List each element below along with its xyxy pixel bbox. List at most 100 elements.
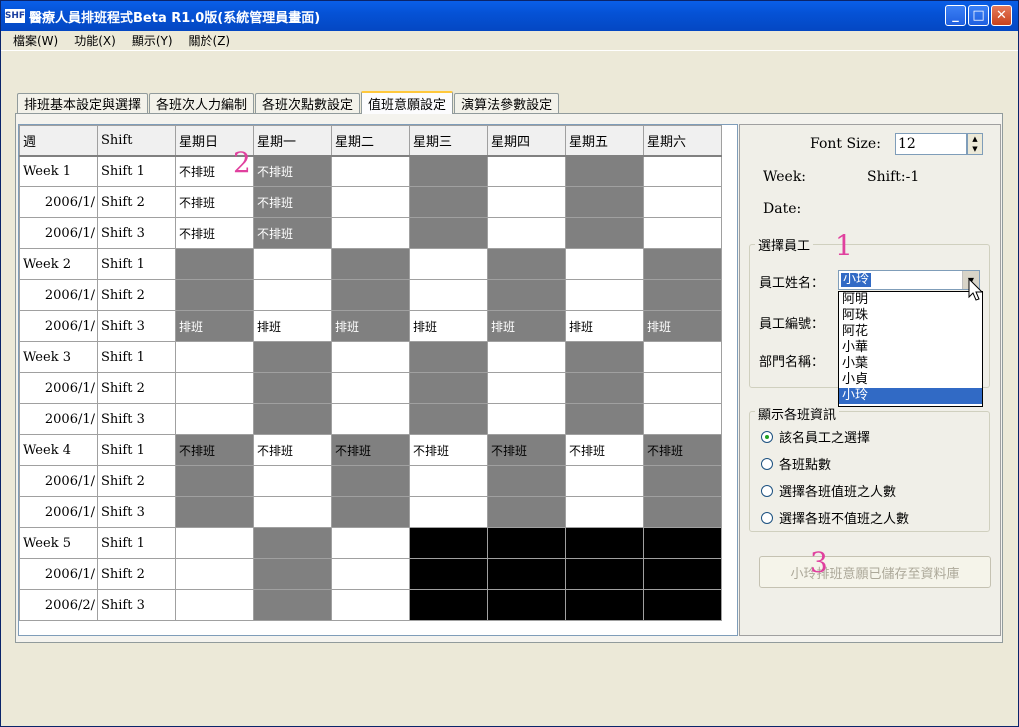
schedule-cell[interactable]	[487, 589, 566, 621]
schedule-cell[interactable]	[565, 279, 644, 311]
title-bar[interactable]: SHF 醫療人員排班程式Beta R1.0版(系統管理員畫面) _ □ ✕	[1, 1, 1018, 31]
schedule-cell[interactable]	[175, 341, 254, 373]
schedule-cell[interactable]	[487, 465, 566, 497]
schedule-cell[interactable]	[331, 496, 410, 528]
schedule-cell[interactable]: 不排班	[565, 434, 644, 466]
schedule-cell[interactable]	[643, 279, 722, 311]
schedule-cell[interactable]	[565, 341, 644, 373]
schedule-cell[interactable]	[253, 279, 332, 311]
schedule-cell[interactable]	[643, 527, 722, 559]
column-header[interactable]: 週	[19, 125, 98, 157]
font-size-spinner[interactable]: ▲ ▼	[967, 133, 983, 155]
schedule-cell[interactable]: 排班	[643, 310, 722, 342]
schedule-cell[interactable]	[175, 248, 254, 280]
schedule-cell[interactable]: 不排班	[175, 434, 254, 466]
schedule-cell[interactable]: 不排班	[253, 434, 332, 466]
schedule-cell[interactable]	[487, 558, 566, 590]
schedule-cell[interactable]	[253, 589, 332, 621]
schedule-cell[interactable]	[253, 465, 332, 497]
schedule-cell[interactable]	[565, 186, 644, 218]
dropdown-option[interactable]: 阿花	[839, 324, 982, 340]
schedule-cell[interactable]	[409, 465, 488, 497]
schedule-cell[interactable]	[331, 341, 410, 373]
schedule-cell[interactable]	[409, 248, 488, 280]
menu-view[interactable]: 顯示(Y)	[124, 32, 181, 49]
schedule-cell[interactable]	[253, 558, 332, 590]
tab-duty-preference[interactable]: 值班意願設定	[361, 91, 454, 114]
schedule-cell[interactable]	[331, 403, 410, 435]
schedule-cell[interactable]: 不排班	[487, 434, 566, 466]
schedule-cell[interactable]	[175, 372, 254, 404]
radio-off-duty-count[interactable]: 選擇各班不值班之人數	[761, 508, 909, 527]
schedule-cell[interactable]	[487, 155, 566, 187]
radio-button[interactable]	[761, 457, 773, 470]
schedule-cell[interactable]	[331, 465, 410, 497]
schedule-cell[interactable]	[175, 558, 254, 590]
schedule-cell[interactable]	[409, 527, 488, 559]
spin-up-icon[interactable]: ▲	[968, 134, 982, 144]
schedule-cell[interactable]	[643, 341, 722, 373]
radio-button[interactable]	[761, 430, 773, 443]
schedule-cell[interactable]	[487, 496, 566, 528]
schedule-cell[interactable]: 不排班	[253, 217, 332, 249]
radio-on-duty-count[interactable]: 選擇各班值班之人數	[761, 481, 896, 500]
schedule-cell[interactable]	[409, 341, 488, 373]
schedule-cell[interactable]	[253, 527, 332, 559]
schedule-cell[interactable]: 排班	[331, 310, 410, 342]
dropdown-option[interactable]: 阿明	[839, 292, 982, 308]
schedule-cell[interactable]	[643, 186, 722, 218]
schedule-cell[interactable]	[175, 465, 254, 497]
dropdown-option[interactable]: 小玲	[839, 388, 982, 404]
column-header[interactable]: 星期二	[331, 125, 410, 157]
schedule-cell[interactable]: 不排班	[253, 155, 332, 187]
schedule-cell[interactable]	[643, 403, 722, 435]
schedule-cell[interactable]	[331, 527, 410, 559]
schedule-cell[interactable]	[253, 496, 332, 528]
schedule-cell[interactable]	[175, 403, 254, 435]
tab-shift-points[interactable]: 各班次點數設定	[255, 93, 361, 113]
save-preference-button[interactable]: 小玲排班意願已儲存至資料庫	[759, 556, 991, 588]
employee-name-combobox[interactable]: 小玲 ▼	[838, 270, 980, 290]
schedule-cell[interactable]	[331, 217, 410, 249]
schedule-cell[interactable]	[565, 248, 644, 280]
schedule-cell[interactable]: 排班	[409, 310, 488, 342]
schedule-cell[interactable]: 不排班	[331, 434, 410, 466]
column-header[interactable]: 星期六	[643, 125, 722, 157]
schedule-cell[interactable]: 不排班	[175, 186, 254, 218]
schedule-cell[interactable]	[175, 496, 254, 528]
schedule-cell[interactable]	[487, 372, 566, 404]
schedule-cell[interactable]	[565, 589, 644, 621]
font-size-input[interactable]: 12	[895, 133, 967, 155]
close-button[interactable]: ✕	[991, 5, 1012, 26]
schedule-cell[interactable]	[565, 527, 644, 559]
schedule-cell[interactable]	[487, 248, 566, 280]
schedule-cell[interactable]	[175, 527, 254, 559]
schedule-cell[interactable]	[409, 279, 488, 311]
schedule-cell[interactable]	[331, 155, 410, 187]
schedule-cell[interactable]	[643, 496, 722, 528]
radio-employee-choice[interactable]: 該名員工之選擇	[761, 427, 870, 446]
schedule-cell[interactable]	[409, 186, 488, 218]
tab-staffing[interactable]: 各班次人力編制	[149, 93, 255, 113]
schedule-cell[interactable]	[487, 527, 566, 559]
menu-file[interactable]: 檔案(W)	[5, 32, 66, 49]
schedule-grid[interactable]: 週 Shift 星期日 星期一 星期二 星期三 星期四 星期五 星期六 Week 1 Shift …	[18, 124, 738, 636]
schedule-cell[interactable]	[565, 217, 644, 249]
schedule-cell[interactable]	[253, 372, 332, 404]
schedule-cell[interactable]: 排班	[175, 310, 254, 342]
maximize-button[interactable]: □	[968, 5, 989, 26]
dropdown-option[interactable]: 小貞	[839, 372, 982, 388]
column-header[interactable]: 星期五	[565, 125, 644, 157]
schedule-cell[interactable]	[565, 558, 644, 590]
schedule-cell[interactable]	[409, 372, 488, 404]
spin-down-icon[interactable]: ▼	[968, 144, 982, 154]
column-header[interactable]: Shift	[97, 125, 176, 157]
schedule-cell[interactable]	[643, 155, 722, 187]
schedule-cell[interactable]: 不排班	[175, 217, 254, 249]
schedule-cell[interactable]	[487, 403, 566, 435]
schedule-cell[interactable]	[253, 341, 332, 373]
schedule-cell[interactable]	[409, 155, 488, 187]
schedule-cell[interactable]	[643, 558, 722, 590]
schedule-cell[interactable]	[409, 589, 488, 621]
radio-shift-points[interactable]: 各班點數	[761, 454, 831, 473]
